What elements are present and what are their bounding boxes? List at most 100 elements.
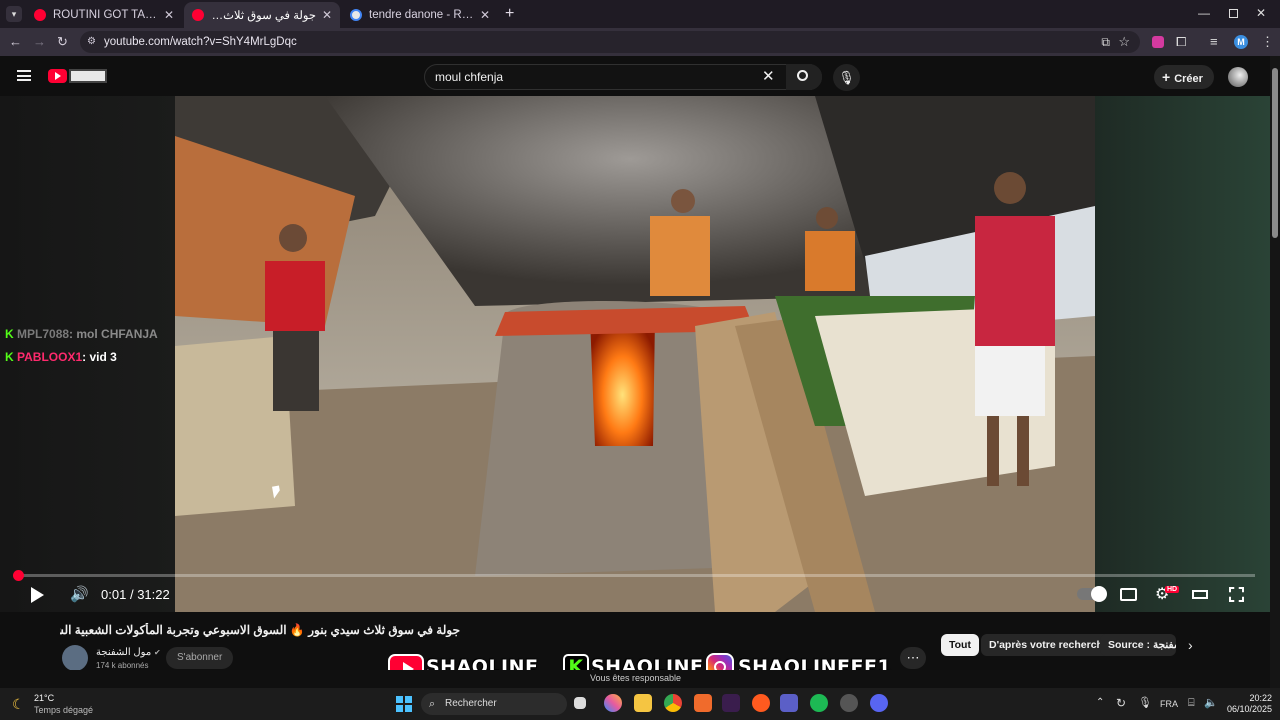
account-avatar[interactable]	[1228, 67, 1248, 87]
browser-tab-bar: ▾ ROUTINI GOT TALENT - YouTube ✕ جولة في…	[0, 0, 1280, 28]
tray-sync-icon[interactable]: ↻	[1116, 696, 1126, 710]
reload-icon[interactable]: ↻	[57, 28, 68, 56]
restore-icon[interactable]	[1229, 9, 1238, 18]
teams-icon[interactable]	[780, 694, 798, 712]
scrollbar-thumb[interactable]	[1272, 68, 1278, 238]
volume-icon[interactable]: 🔊	[70, 585, 89, 603]
weather-desc: Temps dégagé	[34, 705, 94, 715]
close-tab-icon[interactable]: ✕	[164, 8, 174, 22]
spotify-icon[interactable]	[810, 694, 828, 712]
page-scrollbar[interactable]	[1270, 56, 1280, 688]
tab-list-chevron-icon[interactable]: ▾	[6, 6, 22, 22]
time-separator: /	[129, 587, 134, 602]
forward-icon[interactable]: →	[33, 28, 46, 56]
minimize-icon[interactable]: —	[1198, 6, 1210, 20]
url-text: youtube.com/watch?v=ShY4MrLgDqc	[104, 36, 297, 48]
subtitles-icon[interactable]	[1120, 588, 1137, 601]
channel-logo-icon	[69, 69, 107, 83]
video-scene-image	[175, 96, 1095, 612]
channel-name-text: مول الشفنجة	[96, 647, 152, 658]
chat-user: PABLOOX1	[17, 350, 83, 364]
voice-search-button[interactable]: 🎙	[833, 64, 860, 91]
search-query: moul chfenja	[435, 70, 504, 84]
channel-avatar[interactable]	[62, 645, 88, 671]
clock-time: 20:22	[1249, 693, 1272, 703]
progress-bar[interactable]	[17, 574, 1255, 577]
app-orange-icon[interactable]	[752, 694, 770, 712]
discord-icon[interactable]	[870, 694, 888, 712]
chip-all[interactable]: Tout	[941, 634, 979, 656]
tab-routini[interactable]: ROUTINI GOT TALENT - YouTube ✕	[26, 2, 182, 28]
close-tab-icon[interactable]: ✕	[480, 8, 490, 22]
new-tab-button[interactable]: +	[505, 5, 514, 23]
search-button[interactable]	[786, 64, 822, 90]
profile-avatar[interactable]: M	[1234, 35, 1248, 49]
close-window-icon[interactable]: ✕	[1256, 6, 1266, 20]
taskbar-search[interactable]: ⌕ Rechercher	[421, 693, 567, 715]
video-title: جولة في سوق ثلاث سيدي بنور 🔥 السوق الاسب…	[60, 623, 460, 637]
create-label: Créer	[1174, 73, 1203, 85]
weather-temp: 21°C	[34, 693, 55, 703]
kick-icon: K	[5, 350, 14, 364]
back-icon[interactable]: ←	[9, 28, 22, 56]
autoplay-knob	[1091, 586, 1107, 602]
tab-title: tendre danone - Recherche Goo	[369, 9, 474, 21]
tab-current-video[interactable]: جولة في سوق ثلاث سيدي بنور 🔥 ✕	[184, 2, 340, 28]
install-app-icon[interactable]: ⧉	[1101, 31, 1110, 53]
tab-google-search[interactable]: tendre danone - Recherche Goo ✕	[342, 2, 498, 28]
subscribe-button[interactable]: S'abonner	[166, 647, 234, 669]
clear-search-icon[interactable]: ✕	[762, 67, 775, 85]
channel-name[interactable]: مول الشفنجة ✔	[96, 647, 161, 658]
plus-icon: +	[1162, 69, 1171, 85]
time-total: 31:22	[137, 587, 170, 602]
video-frame[interactable]	[175, 96, 1095, 612]
clock-date: 06/10/2025	[1226, 704, 1272, 714]
youtube-favicon-icon	[34, 9, 46, 21]
moon-icon: ☾	[12, 696, 25, 712]
theater-mode-icon[interactable]	[1192, 590, 1208, 599]
copilot-icon[interactable]	[604, 694, 622, 712]
app-dark-icon[interactable]	[722, 694, 740, 712]
kick-icon: K	[5, 327, 14, 341]
youtube-logo[interactable]	[48, 69, 108, 83]
language-indicator[interactable]: FRA	[1160, 699, 1178, 709]
windows-start-icon[interactable]	[396, 696, 412, 712]
chip-source[interactable]: Source : الشفنجة	[1100, 634, 1176, 656]
play-button[interactable]	[31, 587, 44, 603]
create-button[interactable]: + Créer	[1154, 65, 1214, 89]
site-info-icon[interactable]: ⚙	[87, 31, 96, 53]
task-view-icon[interactable]	[574, 697, 586, 709]
time-current: 0:01	[101, 587, 127, 602]
more-actions-button[interactable]: ⋯	[900, 647, 926, 669]
reading-list-icon[interactable]: ≡	[1210, 34, 1218, 49]
autoplay-toggle[interactable]	[1077, 586, 1107, 602]
tray-mic-icon[interactable]: 🎙	[1138, 696, 1152, 709]
progress-scrubber[interactable]	[12, 570, 24, 581]
network-icon[interactable]: ⌸	[1188, 697, 1195, 710]
file-explorer-icon[interactable]	[634, 694, 652, 712]
close-tab-icon[interactable]: ✕	[322, 8, 332, 22]
hd-badge: HD	[1165, 586, 1180, 593]
clock[interactable]: 20:22 06/10/2025	[1226, 693, 1272, 715]
speaker-icon[interactable]: 🔈	[1204, 696, 1218, 709]
weather-widget[interactable]: ☾ 21°C Temps dégagé	[12, 692, 112, 718]
chips-next-icon[interactable]: ›	[1188, 637, 1193, 653]
app-record-icon[interactable]	[840, 694, 858, 712]
chrome-icon[interactable]	[664, 694, 682, 712]
bookmark-star-icon[interactable]: ☆	[1118, 31, 1130, 53]
extensions-puzzle-icon[interactable]: ⧠	[1176, 34, 1186, 50]
subscriber-count: 174 k abonnés	[96, 661, 149, 670]
chat-text: : mol CHFANJA	[69, 327, 158, 341]
taskbar-search-placeholder: Rechercher	[445, 698, 497, 709]
extension-icon[interactable]	[1152, 36, 1164, 48]
time-display: 0:01 / 31:22	[101, 587, 170, 602]
app-a-icon[interactable]	[694, 694, 712, 712]
chip-recommended[interactable]: D'après votre recherche	[981, 634, 1117, 656]
hamburger-menu-icon[interactable]	[17, 70, 31, 81]
browser-menu-icon[interactable]: ⋮	[1261, 34, 1274, 50]
search-icon: ⌕	[429, 698, 436, 710]
search-icon	[797, 70, 808, 81]
tray-chevron-icon[interactable]: ⌃	[1096, 697, 1104, 708]
chat-message: K PABLOOX1: vid 3	[5, 350, 117, 364]
address-bar[interactable]: ⚙ youtube.com/watch?v=ShY4MrLgDqc ⧉ ☆	[80, 31, 1140, 53]
